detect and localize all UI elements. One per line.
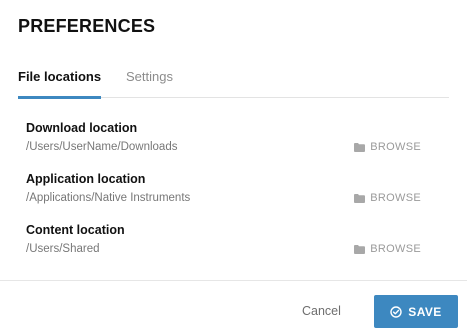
download-location-path: /Users/UserName/Downloads bbox=[26, 141, 178, 153]
dialog-title: PREFERENCES bbox=[18, 16, 156, 36]
content-location-label: Content location bbox=[26, 223, 125, 237]
tab-settings[interactable]: Settings bbox=[126, 67, 173, 98]
footer-divider bbox=[0, 280, 467, 281]
cancel-button[interactable]: Cancel bbox=[302, 304, 341, 318]
folder-icon bbox=[354, 142, 366, 152]
download-browse-button[interactable]: BROWSE bbox=[354, 141, 421, 153]
application-location-row: Application location /Applications/Nativ… bbox=[26, 172, 421, 212]
browse-label: BROWSE bbox=[370, 243, 421, 255]
content-location-path: /Users/Shared bbox=[26, 243, 100, 255]
check-circle-icon bbox=[390, 305, 402, 318]
save-button[interactable]: SAVE bbox=[374, 295, 458, 328]
application-location-path: /Applications/Native Instruments bbox=[26, 192, 191, 204]
application-location-label: Application location bbox=[26, 172, 146, 186]
folder-icon bbox=[354, 193, 366, 203]
content-browse-button[interactable]: BROWSE bbox=[354, 243, 421, 255]
folder-icon bbox=[354, 244, 366, 254]
application-browse-button[interactable]: BROWSE bbox=[354, 192, 421, 204]
preferences-dialog: PREFERENCES File locations Settings Down… bbox=[0, 0, 467, 335]
browse-label: BROWSE bbox=[370, 192, 421, 204]
tab-bar: File locations Settings bbox=[18, 67, 449, 99]
browse-label: BROWSE bbox=[370, 141, 421, 153]
tab-file-locations[interactable]: File locations bbox=[18, 67, 102, 99]
save-label: SAVE bbox=[408, 304, 442, 319]
content-location-row: Content location /Users/Shared BROWSE bbox=[26, 223, 421, 263]
download-location-row: Download location /Users/UserName/Downlo… bbox=[26, 121, 421, 161]
download-location-label: Download location bbox=[26, 121, 138, 135]
